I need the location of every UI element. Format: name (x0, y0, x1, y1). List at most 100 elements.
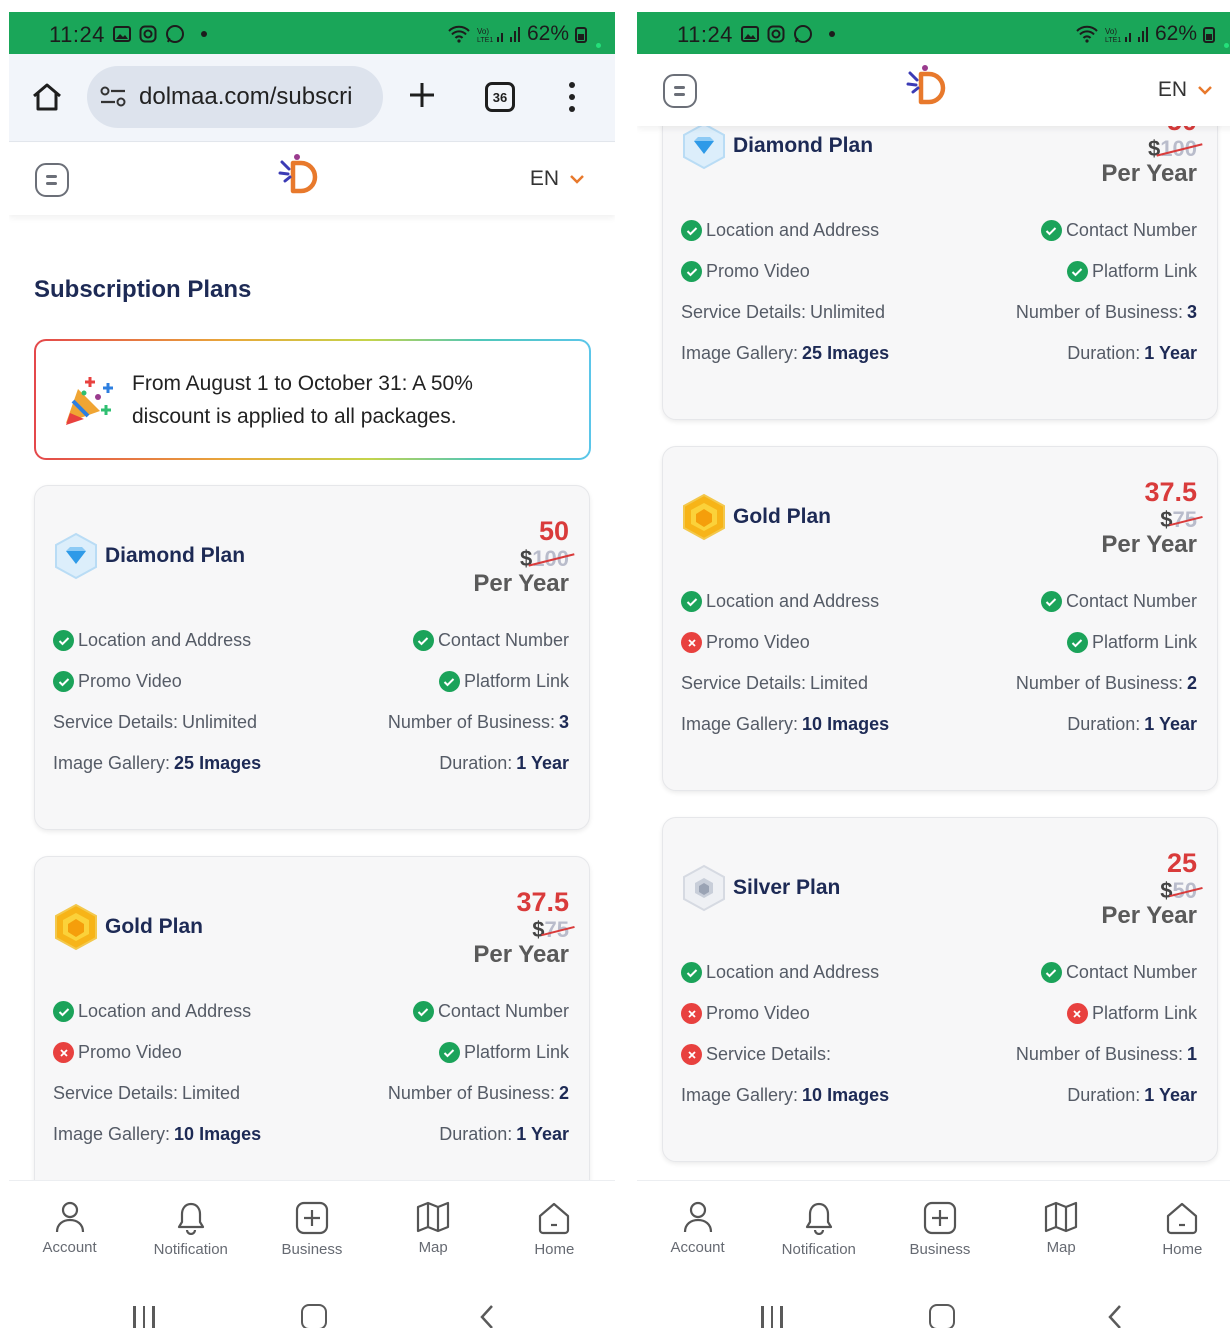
logo-icon[interactable] (905, 64, 953, 112)
feature-duration: Duration: 1 Year (439, 753, 569, 773)
plan-card-gold[interactable]: Gold Plan 37.5 $75 Per Year Location and… (662, 446, 1218, 791)
feature-row: Service Details: Unlimited Number of Bus… (681, 302, 1197, 323)
nav-map[interactable]: Map (1011, 1181, 1111, 1280)
plus-icon[interactable] (407, 80, 437, 110)
cross-icon (681, 1003, 702, 1024)
cross-icon (681, 1044, 702, 1065)
feature-contact: Contact Number (1040, 962, 1197, 983)
system-home-button[interactable] (929, 1304, 955, 1328)
gold-icon (55, 903, 97, 951)
nav-home[interactable]: Home (504, 1181, 604, 1280)
recent-apps-button[interactable] (761, 1306, 783, 1328)
feature-platform: Platform Link (438, 671, 569, 692)
home-icon[interactable] (31, 82, 63, 112)
check-icon (438, 1042, 460, 1063)
plan-name: Silver Plan (733, 876, 841, 899)
status-bar: 11:24 Vo) LTE1 62% (637, 12, 1230, 54)
language-label: EN (529, 167, 559, 190)
check-icon (53, 671, 74, 692)
feature-duration: Duration: 1 Year (439, 1124, 569, 1144)
nav-account[interactable]: Account (648, 1181, 748, 1280)
plan-name: Gold Plan (105, 915, 204, 938)
feature-row: Service Details: Limited Number of Busine… (53, 1083, 569, 1104)
plan-card-silver[interactable]: Silver Plan 25 $50 Per Year Location and… (662, 817, 1218, 1162)
price-old: $50 (1160, 878, 1197, 903)
recent-apps-button[interactable] (133, 1306, 155, 1328)
nav-notification[interactable]: Notification (141, 1181, 241, 1280)
language-selector[interactable]: EN (1158, 78, 1213, 102)
status-dot (201, 31, 207, 37)
back-icon[interactable] (479, 1304, 495, 1328)
check-icon (438, 671, 460, 692)
battery-level: 62% (526, 22, 569, 45)
cross-icon (53, 1042, 74, 1063)
bottom-nav: Account Notification Business Map Home (637, 1180, 1230, 1280)
price-old-value: 50 (1172, 878, 1197, 903)
address-bar[interactable]: dolmaa.com/subscri (87, 66, 383, 128)
diamond-icon (55, 532, 97, 580)
nav-notification[interactable]: Notification (769, 1181, 869, 1280)
feature-row: Service Details: Number of Business: 1 (681, 1044, 1197, 1065)
status-right-icons: Vo) LTE1 62% (447, 22, 587, 46)
price-old: $100 (520, 546, 569, 571)
price-old-value: 75 (544, 917, 569, 942)
plan-card-diamond[interactable]: Diamond Plan 50 $100 Per Year Location a… (34, 485, 590, 830)
feature-promo: Promo Video (53, 671, 182, 692)
browser-toolbar: dolmaa.com/subscri 36 (9, 54, 615, 142)
party-popper-icon (66, 376, 113, 425)
system-home-button[interactable] (301, 1304, 327, 1328)
price-old: $100 (1148, 136, 1197, 161)
nav-home[interactable]: Home (1132, 1181, 1230, 1280)
language-selector[interactable]: EN (530, 167, 585, 191)
feature-contact: Contact Number (412, 630, 569, 651)
feature-row: Promo Video Platform Link (681, 632, 1197, 653)
feature-row: Image Gallery: 25 Images Duration: 1 Yea… (53, 753, 569, 774)
price-old-value: 100 (1160, 136, 1197, 161)
chevron-down-icon (570, 175, 584, 184)
site-info-icon[interactable] (99, 86, 127, 108)
feature-gallery: Image Gallery: 25 Images (53, 753, 262, 773)
diamond-icon (683, 122, 725, 170)
check-icon (1066, 632, 1088, 653)
plan-card-diamond[interactable]: Diamond Plan 50 $100 Per Year Location a… (662, 75, 1218, 420)
logo-icon[interactable] (277, 153, 325, 201)
price-old: $75 (532, 917, 569, 942)
price-old: $75 (1160, 507, 1197, 532)
feature-business: Number of Business: 2 (387, 1083, 569, 1103)
tabs-icon[interactable]: 36 (485, 82, 515, 112)
app-header: EN (9, 143, 615, 215)
check-icon (53, 1001, 74, 1022)
gold-icon (683, 493, 725, 541)
instagram-icon (139, 25, 157, 43)
nav-map[interactable]: Map (383, 1181, 483, 1280)
status-right-icons: Vo) LTE1 62% (1075, 22, 1215, 46)
plan-card-gold[interactable]: Gold Plan 37.5 $75 Per Year Location and… (34, 856, 590, 1201)
system-nav-bar (9, 1282, 615, 1328)
app-header: EN (637, 54, 1230, 126)
feature-location: Location and Address (681, 962, 879, 983)
feature-promo: Promo Video (681, 1003, 810, 1024)
cross-icon (681, 632, 702, 653)
nav-account[interactable]: Account (20, 1181, 120, 1280)
feature-row: Image Gallery: 10 Images Duration: 1 Year (681, 714, 1197, 735)
nav-business[interactable]: Business (262, 1181, 362, 1280)
price-new: 50 (538, 516, 569, 546)
more-icon[interactable] (569, 82, 575, 112)
menu-icon[interactable] (35, 163, 69, 197)
promo-banner: From August 1 to October 31: A 50% disco… (34, 339, 591, 460)
map-icon (1045, 1201, 1078, 1233)
feature-promo: Promo Video (681, 632, 810, 653)
whatsapp-icon (166, 25, 184, 43)
feature-row: Location and Address Contact Number (681, 591, 1197, 612)
feature-gallery: Image Gallery: 10 Images (681, 1085, 890, 1105)
feature-row: Promo Video Platform Link (53, 671, 569, 692)
nav-business[interactable]: Business (890, 1181, 990, 1280)
back-icon[interactable] (1107, 1304, 1123, 1328)
url-text: dolmaa.com/subscri (139, 83, 353, 110)
charging-dot (1224, 43, 1229, 48)
per-year-label: Per Year (1101, 531, 1197, 558)
plus-square-icon (295, 1201, 329, 1235)
feature-row: Location and Address Contact Number (681, 220, 1197, 241)
feature-platform: Platform Link (1066, 632, 1197, 653)
menu-icon[interactable] (663, 74, 697, 108)
